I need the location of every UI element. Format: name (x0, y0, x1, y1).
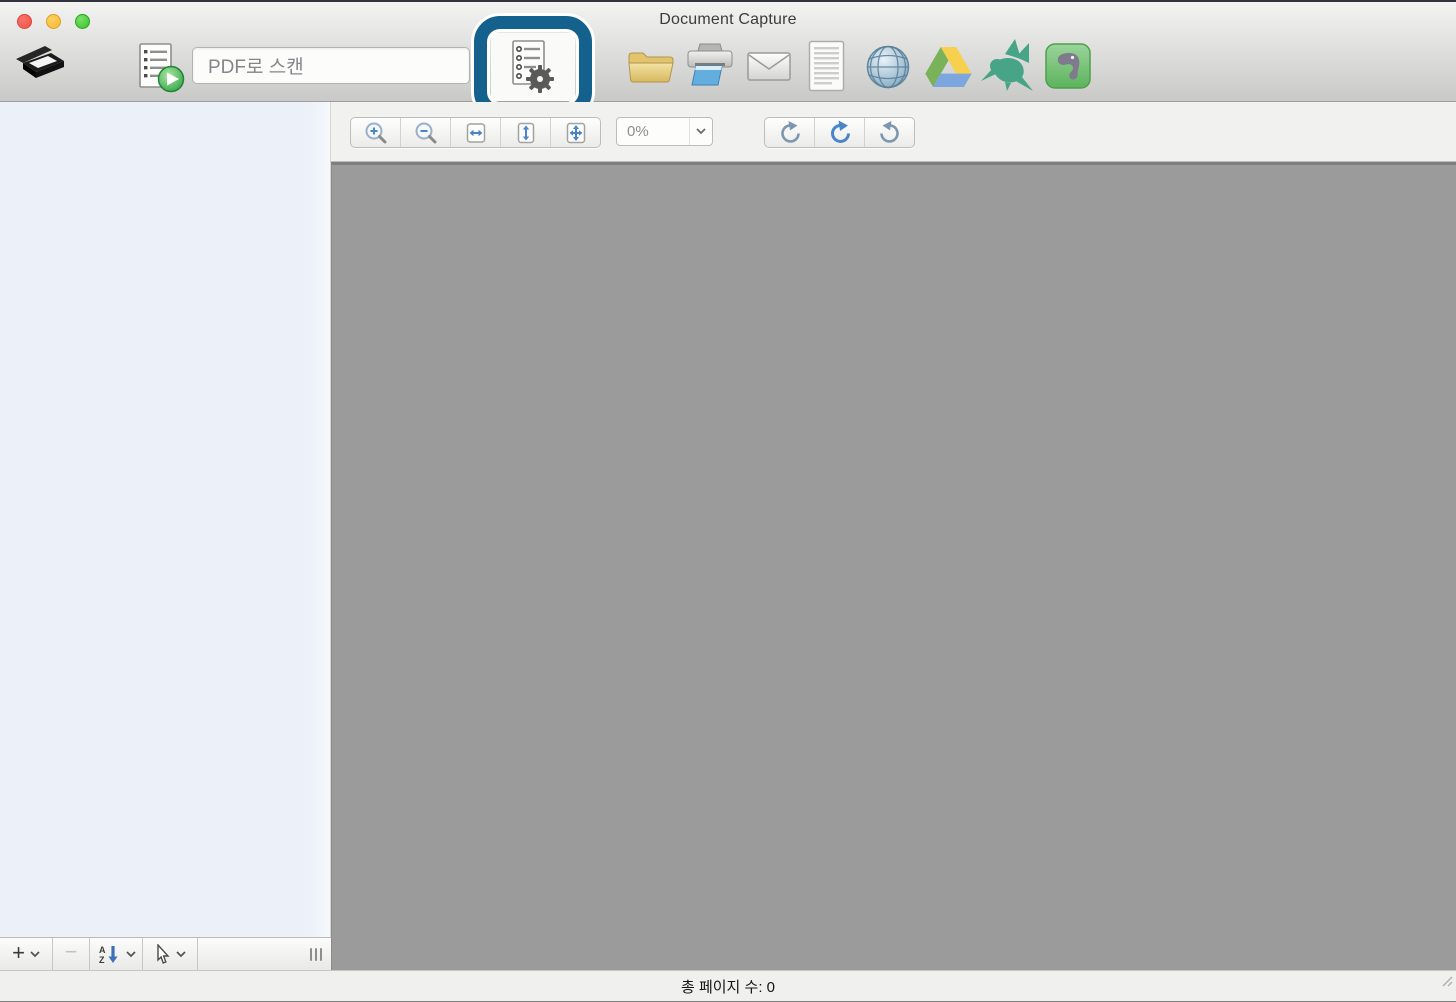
fit-height-icon (517, 122, 534, 143)
zoom-out-button[interactable] (401, 118, 451, 147)
scan-profile-value: PDF로 스캔 (208, 57, 304, 78)
add-item-button[interactable]: + (0, 938, 52, 970)
rotate-button-group (764, 117, 915, 148)
add-label: + (12, 939, 25, 965)
sidebar-toolbar: + − A Z (0, 937, 333, 970)
titlebar-toolbar: Document Capture PDF로 스캔 (0, 2, 1456, 118)
fit-height-button[interactable] (501, 118, 551, 147)
remove-item-button[interactable]: − (53, 938, 89, 970)
chevron-down-icon (125, 950, 136, 957)
zoom-in-icon (365, 122, 386, 143)
chevron-down-icon (30, 950, 40, 957)
hummingbird-icon[interactable] (981, 39, 1039, 93)
evernote-icon[interactable] (1045, 43, 1091, 89)
rotate-left-button[interactable] (765, 118, 815, 147)
scan-profile-select[interactable]: PDF로 스캔 (192, 47, 470, 84)
fit-width-icon (466, 122, 485, 143)
job-settings-gear-icon (512, 40, 554, 93)
preview-toolbar: 0% (331, 102, 1456, 162)
rotate-right-button[interactable] (865, 118, 914, 147)
svg-text:Z: Z (99, 955, 105, 964)
rotate-180-button[interactable] (815, 118, 865, 147)
fit-page-button[interactable] (551, 118, 600, 147)
rotate-180-icon (830, 120, 850, 143)
document-icon[interactable] (808, 40, 845, 92)
zoom-out-icon (415, 122, 436, 143)
job-list-panel (0, 102, 331, 937)
select-tool-button[interactable] (143, 938, 197, 970)
cursor-icon (156, 944, 170, 964)
zoom-level-select[interactable]: 0% (616, 117, 713, 146)
total-pages-text: 총 페이지 수: 0 (680, 978, 775, 996)
google-drive-icon[interactable] (925, 47, 972, 87)
fit-width-button[interactable] (451, 118, 501, 147)
job-settings-button[interactable] (491, 33, 575, 101)
zoom-button-group (350, 117, 601, 148)
rotate-right-icon (879, 120, 899, 143)
window-title: Document Capture (659, 11, 797, 28)
scan-button[interactable] (139, 43, 185, 93)
document-capture-window: Document Capture PDF로 스캔 + − A Z 0% 총 페이… (0, 0, 1456, 1002)
rotate-left-icon (780, 120, 800, 143)
mail-icon[interactable] (747, 52, 791, 81)
zoom-in-button[interactable] (351, 118, 401, 147)
document-preview-area (331, 162, 1456, 970)
printer-icon[interactable] (687, 43, 733, 88)
zoom-level-value: 0% (627, 123, 649, 140)
remove-label: − (64, 939, 78, 964)
fit-page-icon (566, 122, 585, 143)
status-bar: 총 페이지 수: 0 (0, 970, 1456, 1001)
scanner-icon (16, 46, 64, 78)
folder-icon[interactable] (628, 49, 674, 83)
window-resize-grip[interactable] (1439, 973, 1453, 987)
sort-az-icon: A Z (99, 945, 117, 964)
panel-resize-grip[interactable] (310, 947, 322, 961)
separator (197, 938, 198, 970)
chevron-down-icon (175, 950, 186, 957)
svg-text:A: A (99, 945, 106, 955)
sort-items-button[interactable]: A Z (90, 938, 142, 970)
globe-icon[interactable] (866, 45, 910, 89)
chevron-down-icon (689, 118, 712, 145)
